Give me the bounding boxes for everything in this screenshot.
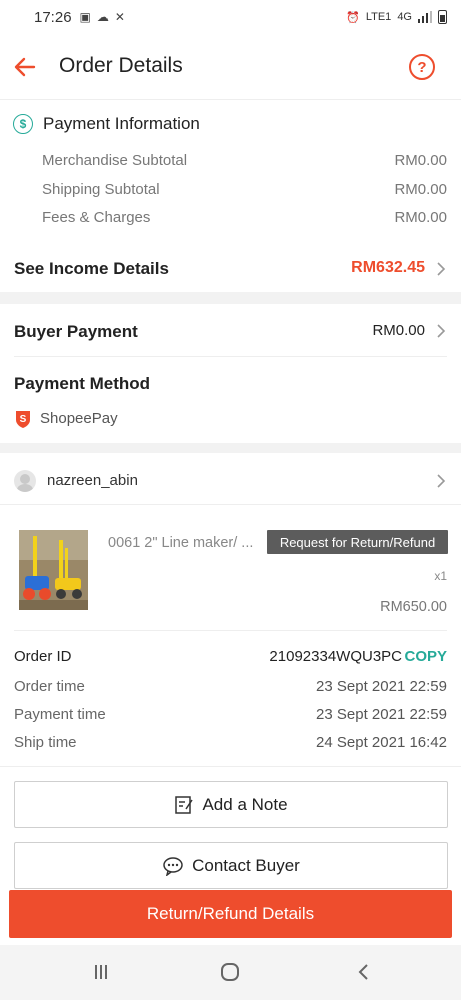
chat-icon bbox=[163, 856, 183, 876]
screen: 17:26 ▣ ☁ ✕ ⏰ LTE1 4G Order Details ? $ … bbox=[0, 0, 461, 1000]
system-nav-bar bbox=[0, 945, 461, 1000]
order-time-label: Order time bbox=[14, 678, 85, 695]
shipping-subtotal-label: Shipping Subtotal bbox=[42, 181, 160, 198]
product-price: RM650.00 bbox=[380, 599, 447, 615]
status-bar: 17:26 ▣ ☁ ✕ ⏰ LTE1 4G bbox=[0, 0, 461, 34]
shipping-subtotal-value: RM0.00 bbox=[394, 181, 447, 198]
battery-icon bbox=[438, 10, 447, 24]
add-note-label: Add a Note bbox=[202, 794, 288, 814]
weather-icon: ☁ bbox=[96, 10, 109, 24]
back-arrow-icon[interactable] bbox=[12, 54, 38, 80]
buyer-payment-value[interactable]: RM0.00 bbox=[372, 322, 425, 339]
order-time-value: 23 Sept 2021 22:59 bbox=[316, 678, 447, 695]
buyer-username[interactable]: nazreen_abin bbox=[47, 472, 138, 489]
note-icon bbox=[175, 795, 194, 814]
return-refund-tag: Request for Return/Refund bbox=[267, 530, 448, 554]
return-refund-details-button[interactable]: Return/Refund Details bbox=[9, 890, 452, 938]
svg-text:S: S bbox=[20, 414, 27, 425]
add-note-button[interactable]: Add a Note bbox=[14, 781, 448, 828]
back-nav-icon[interactable] bbox=[352, 960, 376, 984]
payment-method-label: Payment Method bbox=[14, 374, 151, 393]
buyer-payment-label[interactable]: Buyer Payment bbox=[14, 322, 138, 342]
tools-icon: ✕ bbox=[114, 10, 125, 24]
page-title: Order Details bbox=[59, 54, 183, 77]
contact-buyer-button[interactable]: Contact Buyer bbox=[14, 842, 448, 889]
order-id-label: Order ID bbox=[14, 648, 72, 665]
divider bbox=[0, 766, 461, 767]
status-right: ⏰ LTE1 4G bbox=[346, 10, 447, 24]
divider bbox=[14, 630, 447, 631]
dollar-icon: $ bbox=[13, 114, 33, 134]
network-sub: LTE1 bbox=[365, 11, 392, 23]
payment-info-title: Payment Information bbox=[43, 114, 200, 133]
payment-time-value: 23 Sept 2021 22:59 bbox=[316, 706, 447, 723]
payment-method-value: ShopeePay bbox=[40, 410, 118, 427]
home-icon[interactable] bbox=[218, 960, 242, 984]
alarm-icon: ⏰ bbox=[346, 11, 360, 24]
help-icon[interactable]: ? bbox=[409, 54, 435, 80]
divider bbox=[0, 504, 461, 505]
network-type: 4G bbox=[397, 11, 412, 23]
fees-charges-value: RM0.00 bbox=[394, 209, 447, 226]
divider bbox=[14, 356, 447, 357]
contact-buyer-label: Contact Buyer bbox=[192, 855, 300, 875]
product-name[interactable]: 0061 2" Line maker/ ... bbox=[108, 535, 253, 551]
chevron-right-icon[interactable] bbox=[435, 322, 447, 340]
income-details-value[interactable]: RM632.45 bbox=[351, 259, 425, 277]
fees-charges-label: Fees & Charges bbox=[42, 209, 151, 226]
shopeepay-icon: S bbox=[16, 411, 30, 428]
merchandise-subtotal-value: RM0.00 bbox=[394, 152, 447, 169]
income-details-label[interactable]: See Income Details bbox=[14, 259, 169, 279]
signal-icon bbox=[418, 11, 432, 23]
order-id-value: 21092334WQU3PC bbox=[269, 648, 402, 665]
recent-apps-icon[interactable] bbox=[89, 960, 113, 984]
avatar bbox=[14, 470, 36, 492]
chevron-right-icon[interactable] bbox=[435, 260, 447, 278]
product-thumbnail bbox=[19, 530, 88, 610]
section-gap bbox=[0, 443, 461, 453]
product-quantity: x1 bbox=[434, 569, 447, 583]
ship-time-label: Ship time bbox=[14, 734, 77, 751]
status-time: 17:26 bbox=[34, 8, 72, 26]
gallery-icon: ▣ bbox=[79, 10, 91, 24]
app-header: Order Details ? bbox=[0, 34, 461, 100]
section-gap bbox=[0, 292, 461, 304]
payment-time-label: Payment time bbox=[14, 706, 106, 723]
chevron-right-icon[interactable] bbox=[435, 472, 447, 490]
copy-button[interactable]: COPY bbox=[404, 648, 447, 665]
ship-time-value: 24 Sept 2021 16:42 bbox=[316, 734, 447, 751]
merchandise-subtotal-label: Merchandise Subtotal bbox=[42, 152, 188, 169]
